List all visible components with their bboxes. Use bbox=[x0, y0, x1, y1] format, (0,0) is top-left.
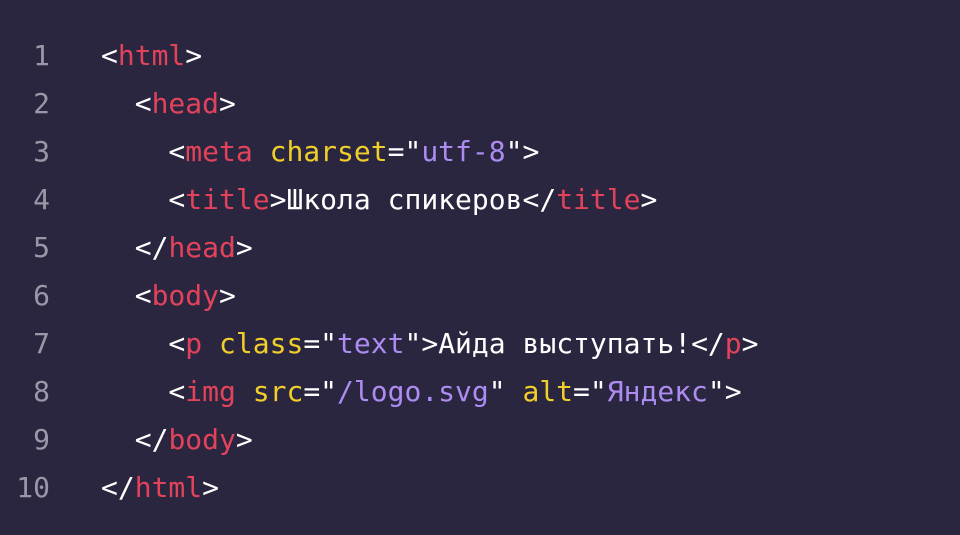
line-number: 8 bbox=[33, 375, 50, 408]
punctuation-token: </ bbox=[101, 471, 135, 504]
punctuation-token: < bbox=[101, 135, 186, 168]
line-number: 1 bbox=[33, 39, 50, 72]
punctuation-token bbox=[236, 375, 253, 408]
punctuation-token: </ bbox=[522, 183, 557, 216]
text-token: Школа спикеров bbox=[286, 183, 523, 216]
string-token: /logo.svg bbox=[337, 375, 489, 408]
tag-token: head bbox=[151, 87, 220, 120]
text-token: Айда выступать! bbox=[438, 327, 692, 360]
punctuation-token: " bbox=[488, 375, 523, 408]
punctuation-token: > bbox=[741, 327, 759, 360]
code-content: <title>Школа спикеров</title> bbox=[101, 176, 657, 224]
punctuation-token: > bbox=[219, 279, 236, 312]
line-number: 2 bbox=[33, 87, 50, 120]
tag-token: html bbox=[134, 471, 203, 504]
punctuation-token: > bbox=[269, 183, 287, 216]
line-number: 6 bbox=[33, 279, 50, 312]
punctuation-token: < bbox=[101, 327, 186, 360]
tag-token: p bbox=[185, 327, 203, 360]
tag-token: body bbox=[151, 279, 220, 312]
punctuation-token bbox=[202, 327, 219, 360]
punctuation-token: "> bbox=[505, 135, 540, 168]
string-token: text bbox=[337, 327, 405, 360]
attribute-token: src bbox=[252, 375, 304, 408]
tag-token: html bbox=[117, 39, 186, 72]
punctuation-token: </ bbox=[101, 423, 169, 456]
code-content: <html> bbox=[101, 32, 202, 80]
attribute-token: charset bbox=[269, 135, 388, 168]
code-content: </html> bbox=[101, 464, 219, 512]
tag-token: p bbox=[724, 327, 742, 360]
punctuation-token: > bbox=[219, 87, 236, 120]
code-content: </body> bbox=[101, 416, 253, 464]
code-content: </head> bbox=[101, 224, 253, 272]
tag-token: title bbox=[556, 183, 641, 216]
punctuation-token: < bbox=[101, 375, 186, 408]
punctuation-token: < bbox=[101, 87, 152, 120]
punctuation-token: > bbox=[202, 471, 220, 504]
punctuation-token: < bbox=[101, 279, 152, 312]
attribute-token: alt bbox=[522, 375, 574, 408]
punctuation-token: < bbox=[101, 183, 186, 216]
tag-token: img bbox=[185, 375, 236, 408]
punctuation-token: =" bbox=[573, 375, 607, 408]
code-content: <body> bbox=[101, 272, 236, 320]
line-number: 9 bbox=[33, 423, 50, 456]
code-content: <meta charset="utf-8"> bbox=[101, 128, 539, 176]
tag-token: body bbox=[168, 423, 236, 456]
tag-token: meta bbox=[185, 135, 253, 168]
tag-token: title bbox=[185, 183, 270, 216]
code-content: <p class="text">Айда выступать!</p> bbox=[101, 320, 759, 368]
punctuation-token: > bbox=[235, 423, 253, 456]
punctuation-token: </ bbox=[101, 231, 169, 264]
line-number: 5 bbox=[33, 231, 50, 264]
punctuation-token: "> bbox=[404, 327, 439, 360]
line-number: 4 bbox=[33, 183, 50, 216]
string-token: utf-8 bbox=[421, 135, 506, 168]
tag-token: head bbox=[168, 231, 236, 264]
line-number: 7 bbox=[33, 327, 50, 360]
code-editor: 1 <html> 2 <head> 3 <meta charset="utf-8"> 4… bbox=[0, 0, 960, 535]
punctuation-token: > bbox=[235, 231, 253, 264]
line-number: 10 bbox=[16, 471, 50, 504]
line-number: 3 bbox=[33, 135, 50, 168]
punctuation-token: > bbox=[185, 39, 203, 72]
string-token: Яндекс bbox=[606, 375, 708, 408]
attribute-token: class bbox=[219, 327, 304, 360]
punctuation-token: </ bbox=[691, 327, 725, 360]
code-content: <head> bbox=[101, 80, 236, 128]
code-content: <img src="/logo.svg" alt="Яндекс"> bbox=[101, 368, 742, 416]
punctuation-token: =" bbox=[387, 135, 422, 168]
punctuation-token bbox=[253, 135, 270, 168]
punctuation-token: < bbox=[101, 39, 118, 72]
punctuation-token: =" bbox=[303, 375, 338, 408]
punctuation-token: > bbox=[640, 183, 658, 216]
punctuation-token: "> bbox=[707, 375, 742, 408]
punctuation-token: =" bbox=[303, 327, 338, 360]
